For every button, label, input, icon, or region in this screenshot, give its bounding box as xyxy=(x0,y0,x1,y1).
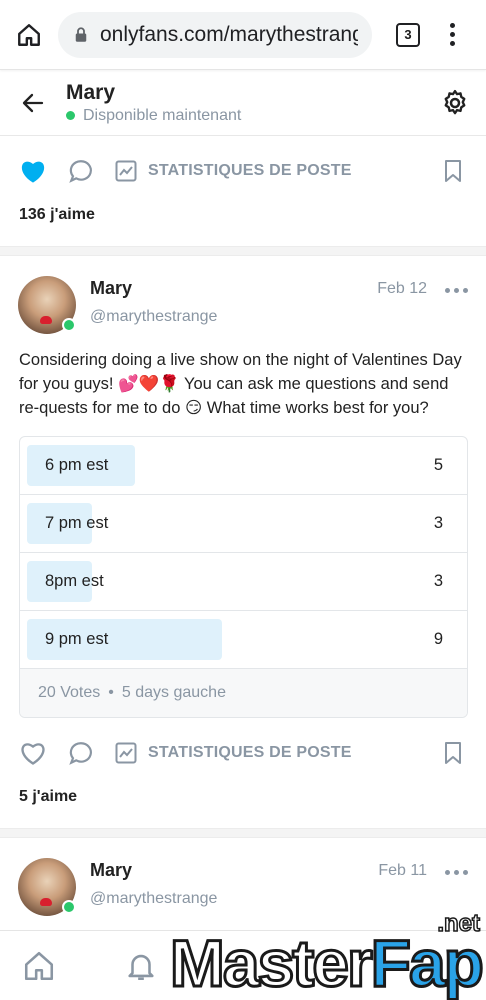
poll-footer: 20 Votes • 5 days gauche xyxy=(20,669,467,717)
post-text: Considering doing a live show on the nig… xyxy=(19,351,462,417)
address-bar[interactable]: onlyfans.com/marythestrange xyxy=(58,11,372,58)
post-author-name[interactable]: Mary xyxy=(90,278,377,299)
tab-switcher-button[interactable]: 3 xyxy=(396,22,420,47)
avatar[interactable] xyxy=(18,276,76,334)
post-stats-button[interactable]: STATISTIQUES DE POSTE xyxy=(114,159,352,183)
poll-option-label: 6 pm est xyxy=(45,456,109,474)
poll-option[interactable]: 7 pm est 3 xyxy=(20,495,467,553)
tab-count: 3 xyxy=(404,27,412,42)
poll-option-label: 9 pm est xyxy=(45,630,109,648)
bell-icon[interactable] xyxy=(124,949,158,983)
online-dot xyxy=(62,318,76,332)
likes-count[interactable]: 5 j'aime xyxy=(0,788,486,806)
gear-icon[interactable] xyxy=(440,88,470,118)
poll-option-votes: 3 xyxy=(433,572,443,590)
home-icon[interactable] xyxy=(14,20,44,50)
profile-name: Mary xyxy=(66,80,116,104)
chart-icon xyxy=(115,742,137,764)
post-header: Mary @marythestrange Feb 12 xyxy=(0,256,486,334)
back-arrow-icon[interactable] xyxy=(18,88,48,118)
chart-icon xyxy=(115,160,137,182)
heart-filled-icon[interactable] xyxy=(18,156,48,186)
post-divider xyxy=(0,246,486,256)
post-divider xyxy=(0,828,486,838)
post-actions-bar: STATISTIQUES DE POSTE xyxy=(0,718,486,788)
lock-icon xyxy=(75,26,87,42)
poll-option-votes: 5 xyxy=(433,456,443,474)
likes-count[interactable]: 136 j'aime xyxy=(0,206,486,224)
post-stats-button[interactable]: STATISTIQUES DE POSTE xyxy=(114,741,352,765)
online-dot xyxy=(62,900,76,914)
post-header: Mary @marythestrange Feb 11 xyxy=(0,838,486,916)
post-date: Feb 11 xyxy=(378,862,427,879)
poll-option-votes: 9 xyxy=(433,630,443,648)
online-status: Disponible maintenant xyxy=(66,107,440,125)
poll-time-remaining: 5 days gauche xyxy=(121,684,226,701)
home-icon[interactable] xyxy=(22,949,56,983)
poll-option[interactable]: 8pm est 3 xyxy=(20,553,467,611)
poll-option[interactable]: 6 pm est 5 xyxy=(20,437,467,495)
poll: 6 pm est 5 7 pm est 3 8pm est 3 9 pm est 9 20 V… xyxy=(19,436,468,718)
poll-total-votes: 20 Votes xyxy=(38,684,101,701)
poll-option-votes: 3 xyxy=(433,514,443,532)
browser-menu-icon[interactable] xyxy=(450,23,455,46)
post-author-handle[interactable]: @marythestrange xyxy=(90,890,378,908)
more-options-icon[interactable] xyxy=(445,870,468,875)
bookmark-icon[interactable] xyxy=(438,156,468,186)
post-author-name[interactable]: Mary xyxy=(90,860,378,881)
heart-icon[interactable] xyxy=(18,738,48,768)
url-text: onlyfans.com/marythestrange xyxy=(100,22,358,46)
watermark-logo: Master Fap .net xyxy=(168,909,485,1000)
post-author-handle[interactable]: @marythestrange xyxy=(90,308,377,326)
post-date: Feb 12 xyxy=(377,280,427,297)
poll-option[interactable]: 9 pm est 9 xyxy=(20,611,467,669)
online-dot xyxy=(66,111,75,120)
bookmark-icon[interactable] xyxy=(438,738,468,768)
profile-header: Mary Disponible maintenant xyxy=(0,70,486,136)
comment-icon[interactable] xyxy=(66,738,96,768)
comment-icon[interactable] xyxy=(66,156,96,186)
poll-option-label: 8pm est xyxy=(45,572,104,590)
poll-option-label: 7 pm est xyxy=(45,514,109,532)
post-stats-label: STATISTIQUES DE POSTE xyxy=(148,162,352,179)
browser-toolbar: onlyfans.com/marythestrange 3 xyxy=(0,0,486,70)
post-actions-bar: STATISTIQUES DE POSTE xyxy=(0,136,486,206)
more-options-icon[interactable] xyxy=(445,288,468,293)
avatar[interactable] xyxy=(18,858,76,916)
post-stats-label: STATISTIQUES DE POSTE xyxy=(148,744,352,761)
